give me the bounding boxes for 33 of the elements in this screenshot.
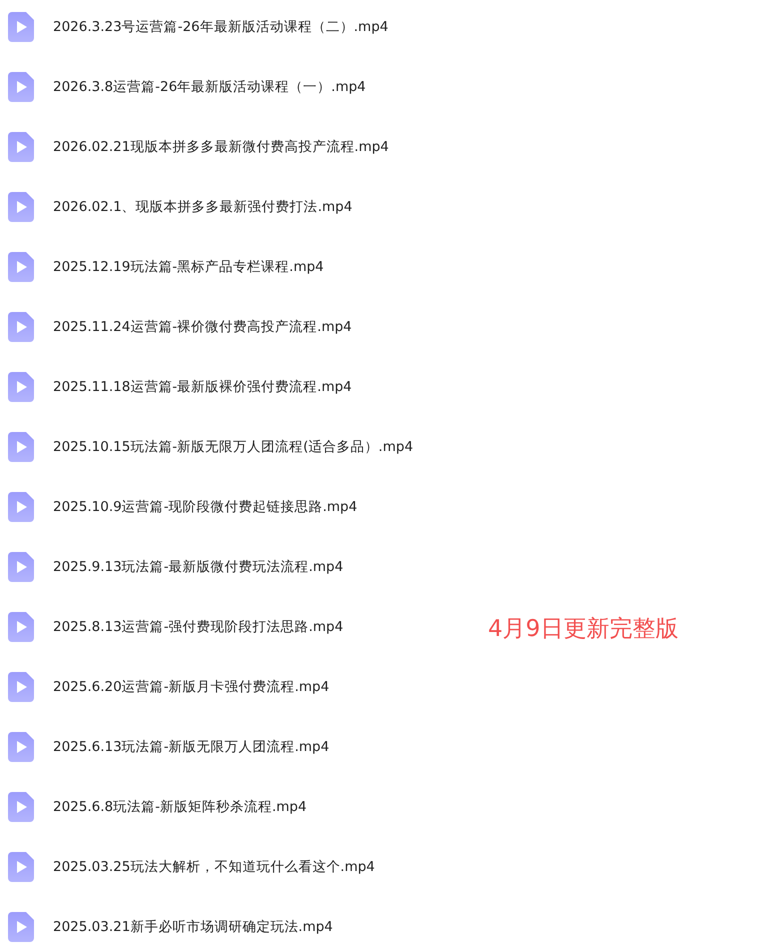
file-name[interactable]: 2026.02.21现版本拼多多最新微付费高投产流程.mp4 xyxy=(53,138,389,156)
video-file-icon[interactable] xyxy=(8,312,34,342)
file-name[interactable]: 2025.11.18运营篇-最新版裸价强付费流程.mp4 xyxy=(53,378,352,396)
file-name[interactable]: 2026.3.8运营篇-26年最新版活动课程（一）.mp4 xyxy=(53,78,366,96)
video-file-icon[interactable] xyxy=(8,912,34,942)
file-name[interactable]: 2025.9.13玩法篇-最新版微付费玩法流程.mp4 xyxy=(53,558,344,576)
file-name[interactable]: 2025.6.8玩法篇-新版矩阵秒杀流程.mp4 xyxy=(53,798,307,816)
file-name[interactable]: 2026.02.1、现版本拼多多最新强付费打法.mp4 xyxy=(53,198,352,216)
video-file-icon[interactable] xyxy=(8,552,34,582)
file-name[interactable]: 2025.6.13玩法篇-新版无限万人团流程.mp4 xyxy=(53,738,330,756)
video-file-icon[interactable] xyxy=(8,672,34,702)
file-name[interactable]: 2025.10.9运营篇-现阶段微付费起链接思路.mp4 xyxy=(53,498,358,516)
video-file-icon[interactable] xyxy=(8,612,34,642)
video-file-icon[interactable] xyxy=(8,432,34,462)
file-name[interactable]: 2025.6.20运营篇-新版月卡强付费流程.mp4 xyxy=(53,678,330,696)
file-name[interactable]: 2025.03.25玩法大解析，不知道玩什么看这个.mp4 xyxy=(53,858,375,876)
video-file-icon[interactable] xyxy=(8,72,34,102)
video-file-icon[interactable] xyxy=(8,492,34,522)
file-name[interactable]: 2026.3.23号运营篇-26年最新版活动课程（二）.mp4 xyxy=(53,18,388,36)
file-name[interactable]: 2025.12.19玩法篇-黑标产品专栏课程.mp4 xyxy=(53,258,324,276)
video-file-icon[interactable] xyxy=(8,792,34,822)
video-file-icon[interactable] xyxy=(8,132,34,162)
video-file-icon[interactable] xyxy=(8,852,34,882)
file-name[interactable]: 2025.03.21新手必听市场调研确定玩法.mp4 xyxy=(53,918,333,936)
file-name[interactable]: 2025.10.15玩法篇-新版无限万人团流程(适合多品）.mp4 xyxy=(53,438,414,456)
video-file-icon[interactable] xyxy=(8,12,34,42)
video-file-icon[interactable] xyxy=(8,252,34,282)
file-name[interactable]: 2025.11.24运营篇-裸价微付费高投产流程.mp4 xyxy=(53,318,352,336)
file-name[interactable]: 2025.8.13运营篇-强付费现阶段打法思路.mp4 xyxy=(53,618,344,636)
video-file-icon[interactable] xyxy=(8,732,34,762)
video-file-icon[interactable] xyxy=(8,192,34,222)
video-file-icon[interactable] xyxy=(8,372,34,402)
update-note: 4月9日更新完整版 xyxy=(488,615,678,644)
